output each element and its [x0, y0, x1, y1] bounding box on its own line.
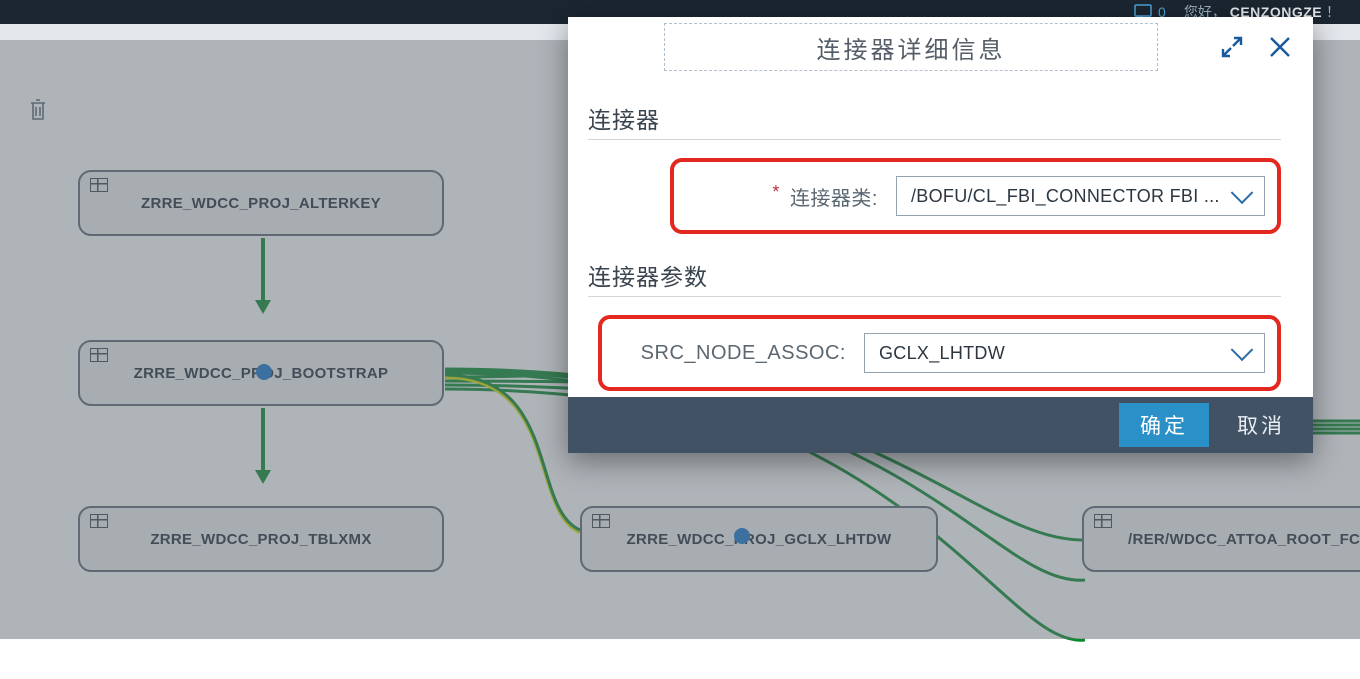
dialog-title-box: 连接器详细信息	[664, 23, 1158, 71]
close-icon	[1267, 34, 1293, 60]
section-connector-title: 连接器	[588, 101, 1281, 135]
src-node-assoc-label: SRC_NODE_ASSOC:	[610, 342, 846, 365]
expand-icon	[1219, 34, 1245, 60]
greeting-suffix: ！	[1326, 4, 1340, 20]
field-label-text: 连接器类:	[790, 188, 878, 210]
connector-class-select[interactable]: /BOFU/CL_FBI_CONNECTOR FBI ...	[896, 176, 1265, 216]
connector-details-dialog: 连接器详细信息 连接器 * 连接器类: /BOFU/CL_FBI_CONNECT…	[568, 17, 1313, 453]
highlighted-connector-class-row: * 连接器类: /BOFU/CL_FBI_CONNECTOR FBI ...	[670, 158, 1281, 234]
dialog-body: 连接器 * 连接器类: /BOFU/CL_FBI_CONNECTOR FBI .…	[568, 77, 1313, 425]
required-star: *	[772, 182, 780, 202]
expand-button[interactable]	[1219, 34, 1245, 60]
divider	[588, 139, 1281, 140]
divider	[588, 296, 1281, 297]
cancel-button[interactable]: 取消	[1237, 410, 1285, 440]
dialog-footer: 确定 取消	[568, 397, 1313, 453]
select-value: GCLX_LHTDW	[879, 343, 1005, 364]
select-value: /BOFU/CL_FBI_CONNECTOR FBI ...	[911, 186, 1220, 207]
close-button[interactable]	[1267, 34, 1293, 60]
section-params-title: 连接器参数	[588, 258, 1281, 292]
highlighted-src-node-assoc-row: SRC_NODE_ASSOC: GCLX_LHTDW	[598, 315, 1281, 391]
dialog-header: 连接器详细信息	[568, 17, 1313, 77]
ok-button[interactable]: 确定	[1119, 403, 1209, 447]
connector-class-label: * 连接器类:	[682, 182, 878, 211]
dialog-title: 连接器详细信息	[817, 30, 1006, 65]
src-node-assoc-select[interactable]: GCLX_LHTDW	[864, 333, 1265, 373]
